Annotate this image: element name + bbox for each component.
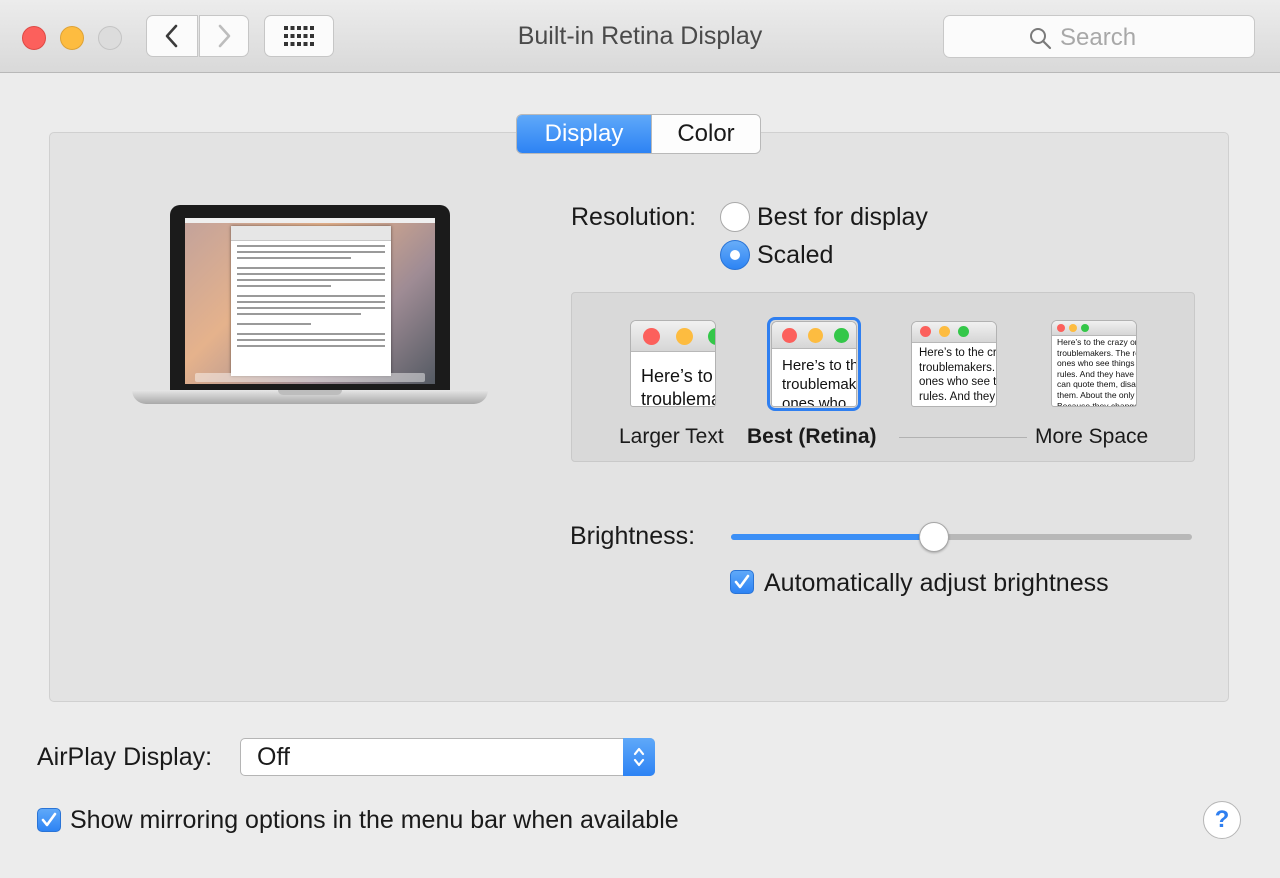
brightness-label: Brightness:: [570, 522, 696, 550]
laptop-lid: [170, 205, 450, 390]
scale-divider: [899, 437, 1027, 438]
resolution-label: Resolution:: [571, 203, 697, 231]
scale-option-more-space[interactable]: Here’s to the crazy ones troublemakers. …: [1051, 320, 1137, 407]
title-bar: Built-in Retina Display Search: [0, 0, 1280, 73]
airplay-display-select[interactable]: Off: [240, 738, 655, 776]
tab-display[interactable]: Display: [517, 115, 651, 153]
auto-brightness-checkbox[interactable]: [730, 570, 754, 594]
preview-text: Here’s to the troublemakers ones who: [782, 357, 857, 407]
airplay-display-value: Off: [257, 743, 290, 771]
mirroring-label[interactable]: Show mirroring options in the menu bar w…: [70, 806, 679, 835]
auto-brightness-label[interactable]: Automatically adjust brightness: [764, 569, 1109, 598]
preview-text: Here’s to the crazy ones troublemakers. …: [1057, 337, 1137, 407]
airplay-display-label: AirPlay Display:: [37, 743, 213, 771]
laptop-illustration: [132, 205, 488, 420]
laptop-screen: [185, 218, 435, 384]
search-field[interactable]: Search: [943, 15, 1255, 58]
brightness-slider-thumb[interactable]: [918, 522, 949, 552]
dock-illustration: [195, 373, 425, 382]
best-retina-label: Best (Retina): [747, 425, 877, 448]
preview-text: Here’s to the troublemakers.: [641, 366, 715, 407]
best-for-display-label[interactable]: Best for display: [757, 203, 928, 232]
brightness-slider-fill: [731, 534, 934, 540]
tab-color[interactable]: Color: [651, 115, 760, 153]
scale-option-best-retina[interactable]: Here’s to the troublemakers ones who: [771, 321, 857, 407]
up-down-arrows-icon: [623, 738, 655, 776]
scaled-label[interactable]: Scaled: [757, 241, 833, 270]
scale-option-medium[interactable]: Here’s to the crazy troublemakers. The o…: [911, 321, 997, 407]
brightness-slider[interactable]: [731, 534, 1192, 540]
preferences-window: Built-in Retina Display Search Display C…: [0, 0, 1280, 878]
checkmark-icon: [734, 574, 750, 589]
larger-text-label: Larger Text: [619, 425, 724, 448]
segmented-tabs: Display Color: [516, 114, 761, 154]
preview-text: Here’s to the crazy troublemakers. The o…: [919, 347, 997, 403]
scaled-radio[interactable]: [720, 240, 750, 270]
document-window-illustration: [231, 226, 391, 376]
scale-option-larger-text[interactable]: Here’s to the troublemakers.: [630, 320, 716, 407]
checkmark-icon: [41, 812, 57, 827]
help-button[interactable]: ?: [1203, 801, 1241, 839]
best-for-display-radio[interactable]: [720, 202, 750, 232]
search-placeholder: Search: [1060, 24, 1137, 51]
mirroring-checkbox[interactable]: [37, 808, 61, 832]
search-icon: [1030, 28, 1052, 50]
more-space-label: More Space: [1035, 425, 1149, 448]
